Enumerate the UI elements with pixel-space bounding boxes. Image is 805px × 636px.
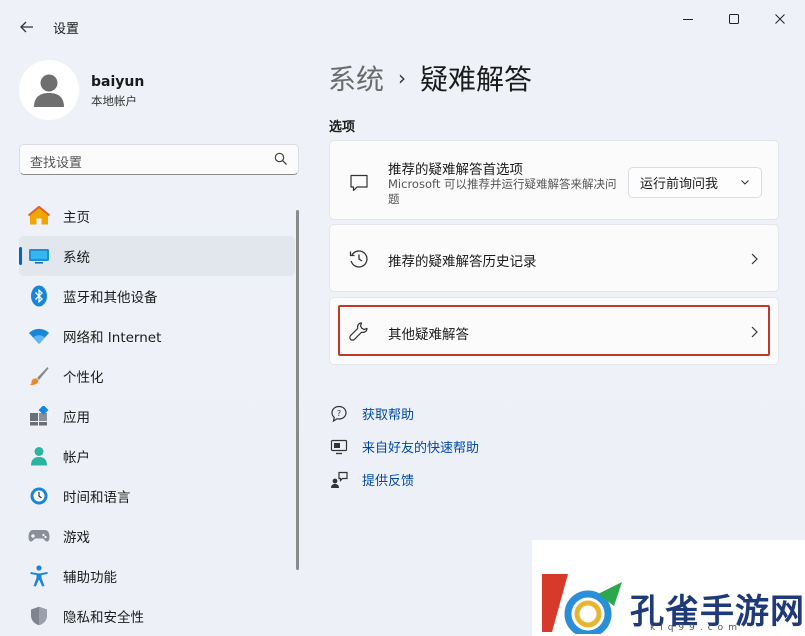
feedback-icon xyxy=(329,470,349,490)
help-links: ? 获取帮助 来自好友的快速帮助 提供反馈 xyxy=(329,397,479,496)
recommended-preferences-title: 推荐的疑难解答首选项 xyxy=(388,162,523,178)
sidebar-item-personalization[interactable]: 个性化 xyxy=(19,356,295,396)
recommended-preferences-dropdown[interactable]: 运行前询问我 xyxy=(628,167,762,198)
search-icon xyxy=(274,152,287,165)
link-label: 提供反馈 xyxy=(362,474,415,489)
avatar[interactable] xyxy=(19,60,79,120)
sidebar-item-label: 辅助功能 xyxy=(63,570,117,586)
close-icon xyxy=(775,14,785,24)
give-feedback-link[interactable]: 提供反馈 xyxy=(329,463,479,496)
recommended-preferences-card: 推荐的疑难解答首选项 Microsoft 可以推荐并运行疑难解答来解决问题 运行… xyxy=(329,140,779,220)
troubleshooter-history-card[interactable]: 推荐的疑难解答历史记录 xyxy=(329,224,779,292)
sidebar-item-home[interactable]: 主页 xyxy=(19,196,295,236)
sidebar-item-privacy-security[interactable]: 隐私和安全性 xyxy=(19,596,295,636)
recommended-preferences-description: Microsoft 可以推荐并运行疑难解答来解决问题 xyxy=(388,177,617,206)
accessibility-icon xyxy=(28,565,50,587)
get-help-link[interactable]: ? 获取帮助 xyxy=(329,397,479,430)
close-button[interactable] xyxy=(762,6,798,32)
sidebar-item-apps[interactable]: 应用 xyxy=(19,396,295,436)
breadcrumb-separator: › xyxy=(398,66,407,90)
brush-icon xyxy=(28,365,50,387)
link-label: 获取帮助 xyxy=(362,408,415,423)
minimize-icon xyxy=(683,19,693,20)
user-silhouette-icon xyxy=(34,74,64,107)
sidebar-scrollbar[interactable] xyxy=(296,210,299,570)
history-icon xyxy=(347,247,371,271)
svg-text:?: ? xyxy=(337,409,341,418)
search-input[interactable]: 查找设置 xyxy=(19,144,299,175)
sidebar-item-gaming[interactable]: 游戏 xyxy=(19,516,295,556)
app-title: 设置 xyxy=(53,22,80,37)
sidebar-item-accessibility[interactable]: 辅助功能 xyxy=(19,556,295,596)
shield-icon xyxy=(28,605,50,627)
breadcrumb: 系统 › 疑难解答 xyxy=(328,58,532,98)
home-icon xyxy=(28,205,50,227)
sidebar-item-label: 应用 xyxy=(63,410,90,426)
peacock-logo-icon xyxy=(542,574,622,634)
sidebar-item-label: 个性化 xyxy=(63,370,104,386)
sidebar-item-bluetooth[interactable]: 蓝牙和其他设备 xyxy=(19,276,295,316)
back-button[interactable] xyxy=(14,14,40,40)
system-icon xyxy=(28,245,50,267)
minimize-button[interactable] xyxy=(670,6,706,32)
sidebar-item-time-language[interactable]: 时间和语言 xyxy=(19,476,295,516)
wifi-icon xyxy=(28,325,50,347)
sidebar-item-accounts[interactable]: 帐户 xyxy=(19,436,295,476)
user-name: baiyun xyxy=(91,74,145,90)
sidebar-nav: 主页 系统 蓝牙和其他设备 网络和 Internet 个性化 应用 帐户 时间和… xyxy=(19,196,295,636)
highlight-box xyxy=(338,305,770,356)
link-label: 来自好友的快速帮助 xyxy=(362,441,480,456)
sidebar-item-label: 游戏 xyxy=(63,530,90,546)
dropdown-value: 运行前询问我 xyxy=(640,177,719,192)
maximize-button[interactable] xyxy=(716,6,752,32)
breadcrumb-parent[interactable]: 系统 xyxy=(328,58,384,98)
settings-window: 设置 baiyun 本地帐户 查找设置 主页 系统 蓝牙和其他设备 网络和 In… xyxy=(0,0,805,636)
chevron-right-icon xyxy=(751,253,758,265)
sidebar-item-label: 系统 xyxy=(63,250,90,266)
clock-globe-icon xyxy=(28,485,50,507)
help-icon: ? xyxy=(329,404,349,424)
sidebar-item-network[interactable]: 网络和 Internet xyxy=(19,316,295,356)
back-arrow-icon xyxy=(20,21,33,33)
bluetooth-icon xyxy=(28,285,50,307)
watermark: 孔雀手游网 klq99.com xyxy=(532,540,805,636)
title-bar: 设置 xyxy=(0,0,805,52)
sidebar-item-label: 时间和语言 xyxy=(63,490,131,506)
quick-assist-icon xyxy=(329,437,349,457)
search-placeholder: 查找设置 xyxy=(30,156,83,171)
chevron-down-icon xyxy=(741,180,749,185)
sidebar-item-label: 网络和 Internet xyxy=(63,330,162,346)
sidebar-item-system[interactable]: 系统 xyxy=(19,236,295,276)
apps-icon xyxy=(28,405,50,427)
quick-assist-link[interactable]: 来自好友的快速帮助 xyxy=(329,430,479,463)
page-title: 疑难解答 xyxy=(420,63,533,96)
account-icon xyxy=(28,445,50,467)
sidebar-item-label: 蓝牙和其他设备 xyxy=(63,290,158,306)
section-label-options: 选项 xyxy=(329,120,356,135)
troubleshooter-history-title: 推荐的疑难解答历史记录 xyxy=(388,254,537,270)
account-type: 本地帐户 xyxy=(91,94,137,108)
chat-bubble-icon xyxy=(347,171,371,195)
sidebar-item-label: 帐户 xyxy=(63,450,90,466)
maximize-icon xyxy=(729,14,739,24)
sidebar-item-label: 主页 xyxy=(63,210,90,226)
sidebar-item-label: 隐私和安全性 xyxy=(63,610,144,626)
gamepad-icon xyxy=(28,525,50,547)
watermark-subtext: klq99.com xyxy=(650,623,742,633)
